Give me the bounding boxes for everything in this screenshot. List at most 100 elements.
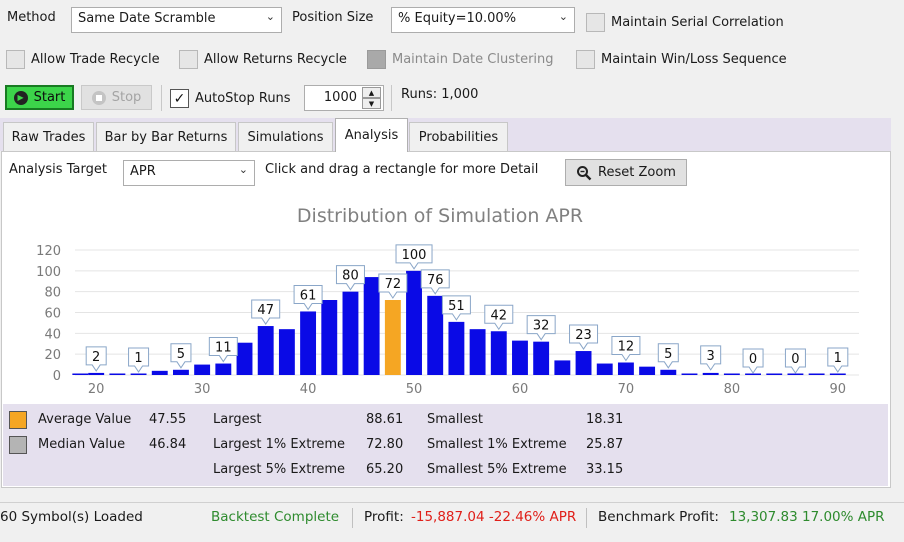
checkmark-icon[interactable]: ✓ <box>170 89 189 108</box>
apr-distribution-chart[interactable]: Distribution of Simulation APR 020406080… <box>3 190 887 402</box>
bar[interactable] <box>448 321 465 375</box>
bar[interactable] <box>723 373 740 376</box>
data-label: 32 <box>533 319 550 334</box>
bar[interactable] <box>151 370 168 375</box>
bar[interactable] <box>596 363 613 375</box>
allow-returns-recycle-checkbox[interactable]: Allow Returns Recycle <box>179 50 347 69</box>
benchmark-profit-label: Benchmark Profit: <box>598 509 719 525</box>
bar[interactable] <box>384 300 401 375</box>
largest-label: Largest <box>213 412 262 427</box>
bar[interactable] <box>808 373 825 376</box>
tab-bar-by-bar-returns[interactable]: Bar by Bar Returns <box>96 122 236 151</box>
bar[interactable] <box>512 340 528 375</box>
bar[interactable] <box>342 291 359 375</box>
status-separator <box>352 508 353 528</box>
x-tick-label: 90 <box>830 382 847 397</box>
data-label: 1 <box>134 351 142 366</box>
tab-probabilities[interactable]: Probabilities <box>409 122 508 151</box>
bar[interactable] <box>278 329 295 375</box>
maintain-date-clustering-checkbox: Maintain Date Clustering <box>367 50 554 69</box>
reset-zoom-label: Reset Zoom <box>598 165 676 180</box>
reset-zoom-button[interactable]: Reset Zoom <box>565 159 687 186</box>
method-select[interactable]: Same Date Scramble ⌄ <box>71 7 282 33</box>
data-label: 2 <box>92 350 100 365</box>
chart-title: Distribution of Simulation APR <box>297 205 583 227</box>
largest-5-extreme-label: Largest 5% Extreme <box>213 462 346 477</box>
checkbox-label: AutoStop Runs <box>195 91 291 106</box>
bar[interactable] <box>766 373 783 376</box>
magnifier-icon <box>577 165 592 180</box>
bar[interactable] <box>72 373 89 376</box>
bar[interactable] <box>88 372 105 375</box>
bar[interactable] <box>257 326 274 375</box>
checkbox-box[interactable] <box>6 50 25 69</box>
x-tick-label: 20 <box>88 382 105 397</box>
allow-trade-recycle-checkbox[interactable]: Allow Trade Recycle <box>6 50 160 69</box>
bar[interactable] <box>533 341 550 375</box>
checkbox-box[interactable] <box>586 13 605 32</box>
data-label: 80 <box>342 269 359 284</box>
stop-icon <box>91 90 106 105</box>
position-size-label: Position Size <box>292 10 374 25</box>
data-label: 47 <box>257 303 274 318</box>
bar[interactable] <box>130 373 147 376</box>
runs-stepper[interactable]: 1000 ▲ ▼ <box>304 85 384 111</box>
stepper-down-icon[interactable]: ▼ <box>362 98 381 109</box>
autostop-runs-checkbox[interactable]: ✓ AutoStop Runs <box>170 89 291 108</box>
bar[interactable] <box>363 277 380 375</box>
bar[interactable] <box>321 300 338 375</box>
zoom-hint: Click and drag a rectangle for more Deta… <box>265 162 539 177</box>
data-label: 51 <box>448 299 465 314</box>
bar[interactable] <box>427 295 444 375</box>
bar[interactable] <box>660 369 677 375</box>
position-size-select[interactable]: % Equity=10.00% ⌄ <box>391 7 575 33</box>
tab-raw-trades[interactable]: Raw Trades <box>3 122 94 151</box>
method-select-value: Same Date Scramble <box>78 11 216 26</box>
analysis-target-label: Analysis Target <box>9 162 107 177</box>
average-value: 47.55 <box>149 412 187 427</box>
bar[interactable] <box>681 373 698 376</box>
y-tick-label: 40 <box>44 327 61 342</box>
largest-1-extreme-label: Largest 1% Extreme <box>213 437 346 452</box>
checkbox-label: Allow Trade Recycle <box>31 52 160 67</box>
maintain-win-loss-sequence-checkbox[interactable]: Maintain Win/Loss Sequence <box>576 50 787 69</box>
status-bar: 60 Symbol(s) Loaded Backtest Complete Pr… <box>0 502 904 530</box>
tab-analysis[interactable]: Analysis <box>335 118 408 152</box>
tab-simulations[interactable]: Simulations <box>238 122 333 151</box>
bar[interactable] <box>554 360 571 375</box>
maintain-serial-correlation-checkbox[interactable]: Maintain Serial Correlation <box>586 13 784 32</box>
profit-value: -15,887.04 -22.46% APR <box>411 509 577 525</box>
bar[interactable] <box>215 363 232 375</box>
bar[interactable] <box>173 369 189 375</box>
profit-label: Profit: <box>364 509 404 525</box>
average-value-swatch <box>9 411 27 429</box>
bar[interactable] <box>702 372 719 375</box>
bar[interactable] <box>194 364 211 375</box>
checkbox-box[interactable] <box>179 50 198 69</box>
toolbar-separator <box>391 85 392 111</box>
bar[interactable] <box>829 373 846 376</box>
bar[interactable] <box>236 342 253 375</box>
x-tick-label: 70 <box>618 382 635 397</box>
bar[interactable] <box>469 329 486 375</box>
largest-1-extreme-value: 72.80 <box>366 437 404 452</box>
status-separator <box>586 508 587 528</box>
bar[interactable] <box>617 362 634 376</box>
bar[interactable] <box>639 366 656 375</box>
data-label: 0 <box>749 352 757 367</box>
bar[interactable] <box>406 270 422 375</box>
x-tick-label: 80 <box>724 382 741 397</box>
stepper-up-icon[interactable]: ▲ <box>362 87 381 98</box>
checkbox-box[interactable] <box>576 50 595 69</box>
data-label: 23 <box>575 328 592 343</box>
analysis-target-select[interactable]: APR ⌄ <box>123 160 255 186</box>
bar[interactable] <box>109 373 126 376</box>
bar[interactable] <box>300 311 317 375</box>
start-button[interactable]: ▶ Start <box>5 85 74 110</box>
chevron-down-icon: ⌄ <box>558 10 568 23</box>
bar[interactable] <box>490 331 507 375</box>
y-tick-label: 120 <box>36 244 61 259</box>
start-button-label: Start <box>33 90 66 105</box>
largest-value: 88.61 <box>366 412 404 427</box>
bar[interactable] <box>575 351 592 375</box>
